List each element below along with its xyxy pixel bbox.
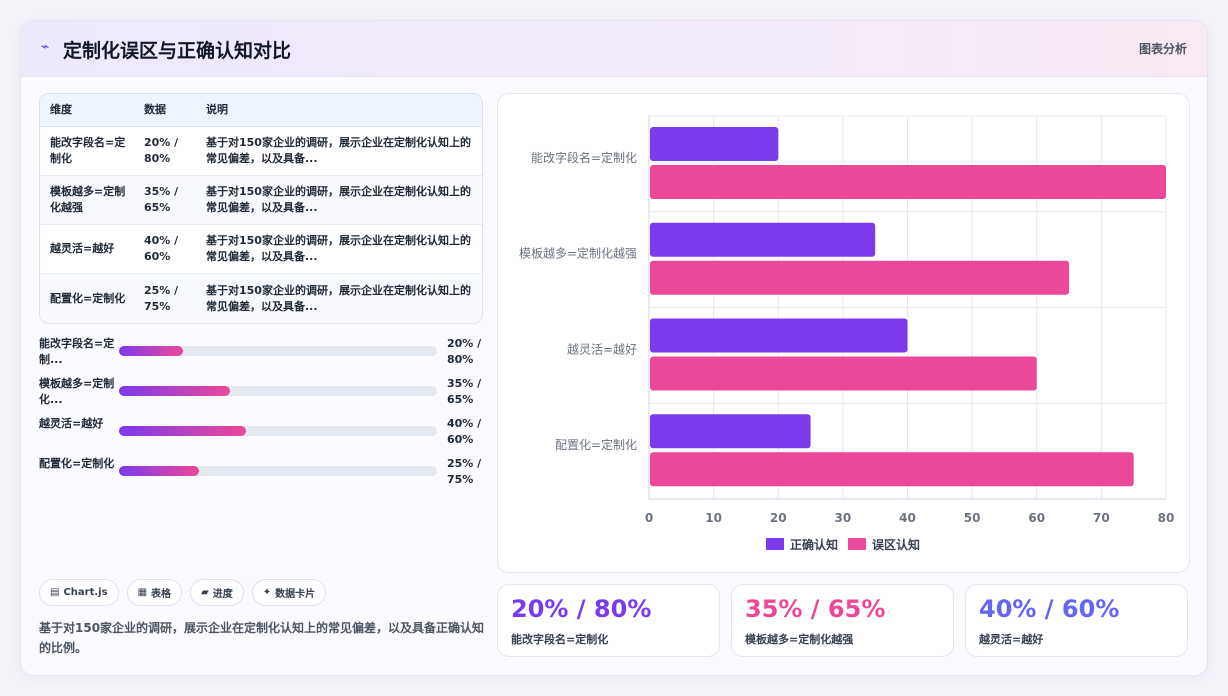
cell-data: 25% / 75% xyxy=(144,283,179,313)
chip-label: Chart.js xyxy=(63,587,108,598)
progress-fill xyxy=(119,386,231,396)
column-header-description: 说明 xyxy=(206,103,228,116)
x-tick-label: 30 xyxy=(835,511,852,525)
sparkle-icon: ✦ xyxy=(262,587,272,598)
progress-list: 能改字段名=定制... 20% / 80% 模板越多=定制化... 35% / … xyxy=(39,336,483,496)
cell-dimension: 能改字段名=定制化 xyxy=(50,136,126,165)
header-bar: ⌁ 定制化误区与正确认知对比 图表分析 xyxy=(21,21,1207,77)
stat-label: 模板越多=定制化越强 xyxy=(745,633,854,646)
cell-dimension: 配置化=定制化 xyxy=(50,291,126,305)
legend-swatch xyxy=(848,538,866,550)
legend-swatch xyxy=(766,538,784,550)
progress-fill xyxy=(119,426,247,436)
cell-data: 40% / 60% xyxy=(144,234,179,263)
cell-description: 基于对150家企业的调研，展示企业在定制化认知上的常见偏差，以及具备... xyxy=(206,136,471,165)
chip-label: 进度 xyxy=(212,589,233,600)
bar-misconception xyxy=(650,452,1134,487)
progress-track xyxy=(119,426,437,436)
cell-data: 20% / 80% xyxy=(144,136,179,165)
progress-label: 配置化=定制化 xyxy=(39,457,115,470)
table-row: 能改字段名=定制化 20% / 80% 基于对150家企业的调研，展示企业在定制… xyxy=(40,127,482,176)
progress-label: 模板越多=定制化... xyxy=(39,377,115,406)
summary-note: 基于对150家企业的调研，展示企业在定制化认知上的常见偏差，以及具备正确认知的比… xyxy=(39,621,485,655)
progress-row: 配置化=定制化 25% / 75% xyxy=(39,456,483,496)
x-tick-label: 70 xyxy=(1093,511,1110,525)
x-tick-label: 20 xyxy=(770,511,787,525)
bar-correct xyxy=(650,318,908,353)
x-tick-label: 0 xyxy=(645,511,653,525)
data-table: 维度 数据 说明 能改字段名=定制化 20% / 80% 基于对150家企业的调… xyxy=(39,93,483,324)
dashboard-card: ⌁ 定制化误区与正确认知对比 图表分析 维度 数据 说明 能改字段名=定制化 2… xyxy=(20,20,1208,676)
table-row: 配置化=定制化 25% / 75% 基于对150家企业的调研，展示企业在定制化认… xyxy=(40,274,482,323)
x-tick-label: 40 xyxy=(899,511,916,525)
bar-misconception xyxy=(650,165,1166,199)
cell-data: 35% / 65% xyxy=(144,185,179,214)
chip-label: 数据卡片 xyxy=(275,589,316,600)
chart-panel: 0 10 20 30 40 50 60 70 80 能改字段名=定制化模板越多=定制化越强越灵活=… xyxy=(497,93,1190,573)
table-icon: ▦ xyxy=(137,587,148,598)
bar-correct xyxy=(650,127,779,161)
progress-fill xyxy=(119,346,183,356)
bar-correct xyxy=(650,414,811,449)
x-tick-label: 60 xyxy=(1028,511,1045,525)
category-label: 配置化=定制化 xyxy=(555,437,637,452)
feature-chips: ▤ Chart.js ▦ 表格 ▰ 进度 ✦ 数据卡片 xyxy=(39,579,327,606)
progress-value: 40% / 60% xyxy=(447,417,482,446)
stat-value: 40% / 60% xyxy=(979,595,1120,623)
progress-track xyxy=(119,346,437,356)
sparkline-icon: ⌁ xyxy=(41,39,50,55)
bar-misconception xyxy=(650,260,1070,295)
bar-misconception xyxy=(650,356,1037,391)
cell-description: 基于对150家企业的调研，展示企业在定制化认知上的常见偏差，以及具备... xyxy=(206,283,471,313)
progress-track xyxy=(119,466,437,476)
chip-data-cards[interactable]: ✦ 数据卡片 xyxy=(251,579,327,606)
stat-card: 40% / 60% 越灵活=越好 xyxy=(965,584,1188,657)
column-header-data: 数据 xyxy=(144,103,166,116)
legend-label: 正确认知 xyxy=(790,537,838,552)
progress-label: 越灵活=越好 xyxy=(39,417,104,430)
category-label: 越灵活=越好 xyxy=(567,342,637,356)
table-header: 维度 数据 说明 xyxy=(40,94,482,127)
x-tick-label: 80 xyxy=(1158,511,1175,525)
progress-row: 模板越多=定制化... 35% / 65% xyxy=(39,376,483,416)
bar-correct xyxy=(650,222,876,257)
progress-row: 能改字段名=定制... 20% / 80% xyxy=(39,336,483,376)
progress-value: 25% / 75% xyxy=(447,457,482,486)
stat-label: 能改字段名=定制化 xyxy=(511,633,609,646)
page-title: 定制化误区与正确认知对比 xyxy=(63,40,292,62)
column-header-dimension: 维度 xyxy=(50,103,72,116)
stat-label: 越灵活=越好 xyxy=(979,633,1044,646)
stat-value: 35% / 65% xyxy=(745,595,886,623)
chip-chartjs[interactable]: ▤ Chart.js xyxy=(39,579,119,606)
x-tick-label: 50 xyxy=(964,511,981,525)
table-row: 模板越多=定制化越强 35% / 65% 基于对150家企业的调研，展示企业在定… xyxy=(40,176,482,225)
x-tick-label: 10 xyxy=(705,511,722,525)
category-label: 模板越多=定制化越强 xyxy=(519,246,637,261)
progress-value: 20% / 80% xyxy=(447,337,482,366)
chart-analysis-tag: 图表分析 xyxy=(1138,42,1187,56)
category-label: 能改字段名=定制化 xyxy=(531,150,637,165)
cell-dimension: 越灵活=越好 xyxy=(50,242,115,255)
progress-row: 越灵活=越好 40% / 60% xyxy=(39,416,483,456)
chip-progress[interactable]: ▰ 进度 xyxy=(190,579,244,606)
progress-track xyxy=(119,386,437,396)
chip-label: 表格 xyxy=(151,589,172,600)
cell-dimension: 模板越多=定制化越强 xyxy=(50,185,126,214)
cell-description: 基于对150家企业的调研，展示企业在定制化认知上的常见偏差，以及具备... xyxy=(206,185,471,214)
stat-card: 20% / 80% 能改字段名=定制化 xyxy=(497,584,720,657)
legend-label: 误区认知 xyxy=(872,537,920,552)
chart-icon: ▤ xyxy=(50,587,60,598)
progress-value: 35% / 65% xyxy=(447,377,482,406)
progress-icon: ▰ xyxy=(201,587,209,598)
table-row: 越灵活=越好 40% / 60% 基于对150家企业的调研，展示企业在定制化认知… xyxy=(40,225,482,274)
stat-value: 20% / 80% xyxy=(511,595,652,623)
progress-label: 能改字段名=定制... xyxy=(39,337,115,366)
progress-fill xyxy=(119,466,199,476)
bar-chart: 0 10 20 30 40 50 60 70 80 能改字段名=定制化模板越多=定制化越强越灵活=… xyxy=(519,115,1175,552)
stat-card: 35% / 65% 模板越多=定制化越强 xyxy=(731,584,954,657)
cell-description: 基于对150家企业的调研，展示企业在定制化认知上的常见偏差，以及具备... xyxy=(206,234,471,263)
chip-table[interactable]: ▦ 表格 xyxy=(126,579,183,606)
